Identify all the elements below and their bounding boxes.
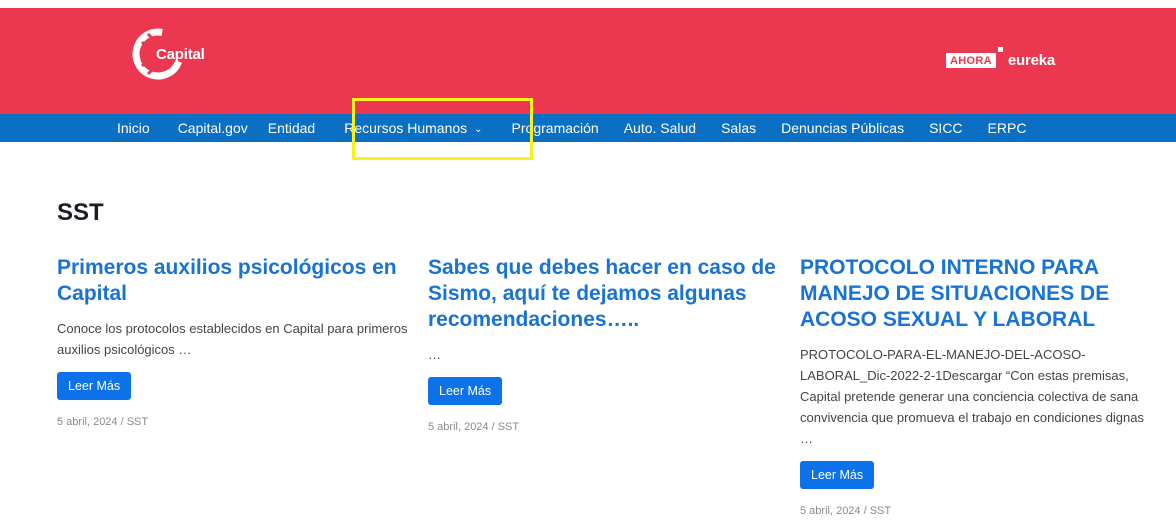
nav-item-entidad[interactable]: Entidad xyxy=(268,120,315,136)
post-card: Primeros auxilios psicológicos en Capita… xyxy=(57,255,409,428)
read-more-button[interactable]: Leer Más xyxy=(800,461,875,489)
highlight-box xyxy=(352,98,533,160)
nav-item-auto-salud[interactable]: Auto. Salud xyxy=(624,120,696,136)
post-excerpt: Conoce los protocolos establecidos en Ca… xyxy=(57,321,408,357)
brand-links: AHORA eureka xyxy=(946,47,1055,69)
site-header: Capital AHORA eureka xyxy=(0,8,1176,114)
read-more-button[interactable]: Leer Más xyxy=(57,372,132,400)
capital-logo[interactable]: Capital xyxy=(132,28,205,80)
nav-item-salas[interactable]: Salas xyxy=(721,120,756,136)
post-title[interactable]: Sabes que debes hacer en caso de Sismo, … xyxy=(428,255,780,333)
eureka-logo[interactable]: eureka xyxy=(1008,52,1055,69)
post-excerpt: … xyxy=(428,347,441,362)
post-card: PROTOCOLO INTERNO PARA MANEJO DE SITUACI… xyxy=(800,255,1152,517)
nav-item-capital-gov[interactable]: Capital.gov xyxy=(178,120,248,136)
nav-item-denuncias-publicas[interactable]: Denuncias Públicas xyxy=(781,120,904,136)
nav-items: Inicio Capital.gov Entidad Recursos Huma… xyxy=(117,114,1026,142)
post-meta: 5 abril, 2024 / SST xyxy=(428,421,520,433)
nav-item-sicc[interactable]: SICC xyxy=(929,120,962,136)
nav-item-erpc[interactable]: ERPC xyxy=(988,120,1027,136)
logo-text: Capital xyxy=(156,45,205,63)
post-title[interactable]: PROTOCOLO INTERNO PARA MANEJO DE SITUACI… xyxy=(800,255,1152,333)
post-excerpt: PROTOCOLO-PARA-EL-MANEJO-DEL-ACOSO-LABOR… xyxy=(800,347,1144,446)
post-meta: 5 abril, 2024 / SST xyxy=(57,416,149,428)
post-card: Sabes que debes hacer en caso de Sismo, … xyxy=(428,255,780,433)
post-title[interactable]: Primeros auxilios psicológicos en Capita… xyxy=(57,255,409,307)
top-strip xyxy=(0,0,1176,8)
ahora-logo[interactable]: AHORA xyxy=(946,47,1003,68)
post-meta: 5 abril, 2024 / SST xyxy=(800,505,892,517)
main-navigation: Inicio Capital.gov Entidad Recursos Huma… xyxy=(0,114,1176,142)
page-title: SST xyxy=(57,199,104,226)
read-more-button[interactable]: Leer Más xyxy=(428,377,503,405)
nav-item-inicio[interactable]: Inicio xyxy=(117,120,150,136)
